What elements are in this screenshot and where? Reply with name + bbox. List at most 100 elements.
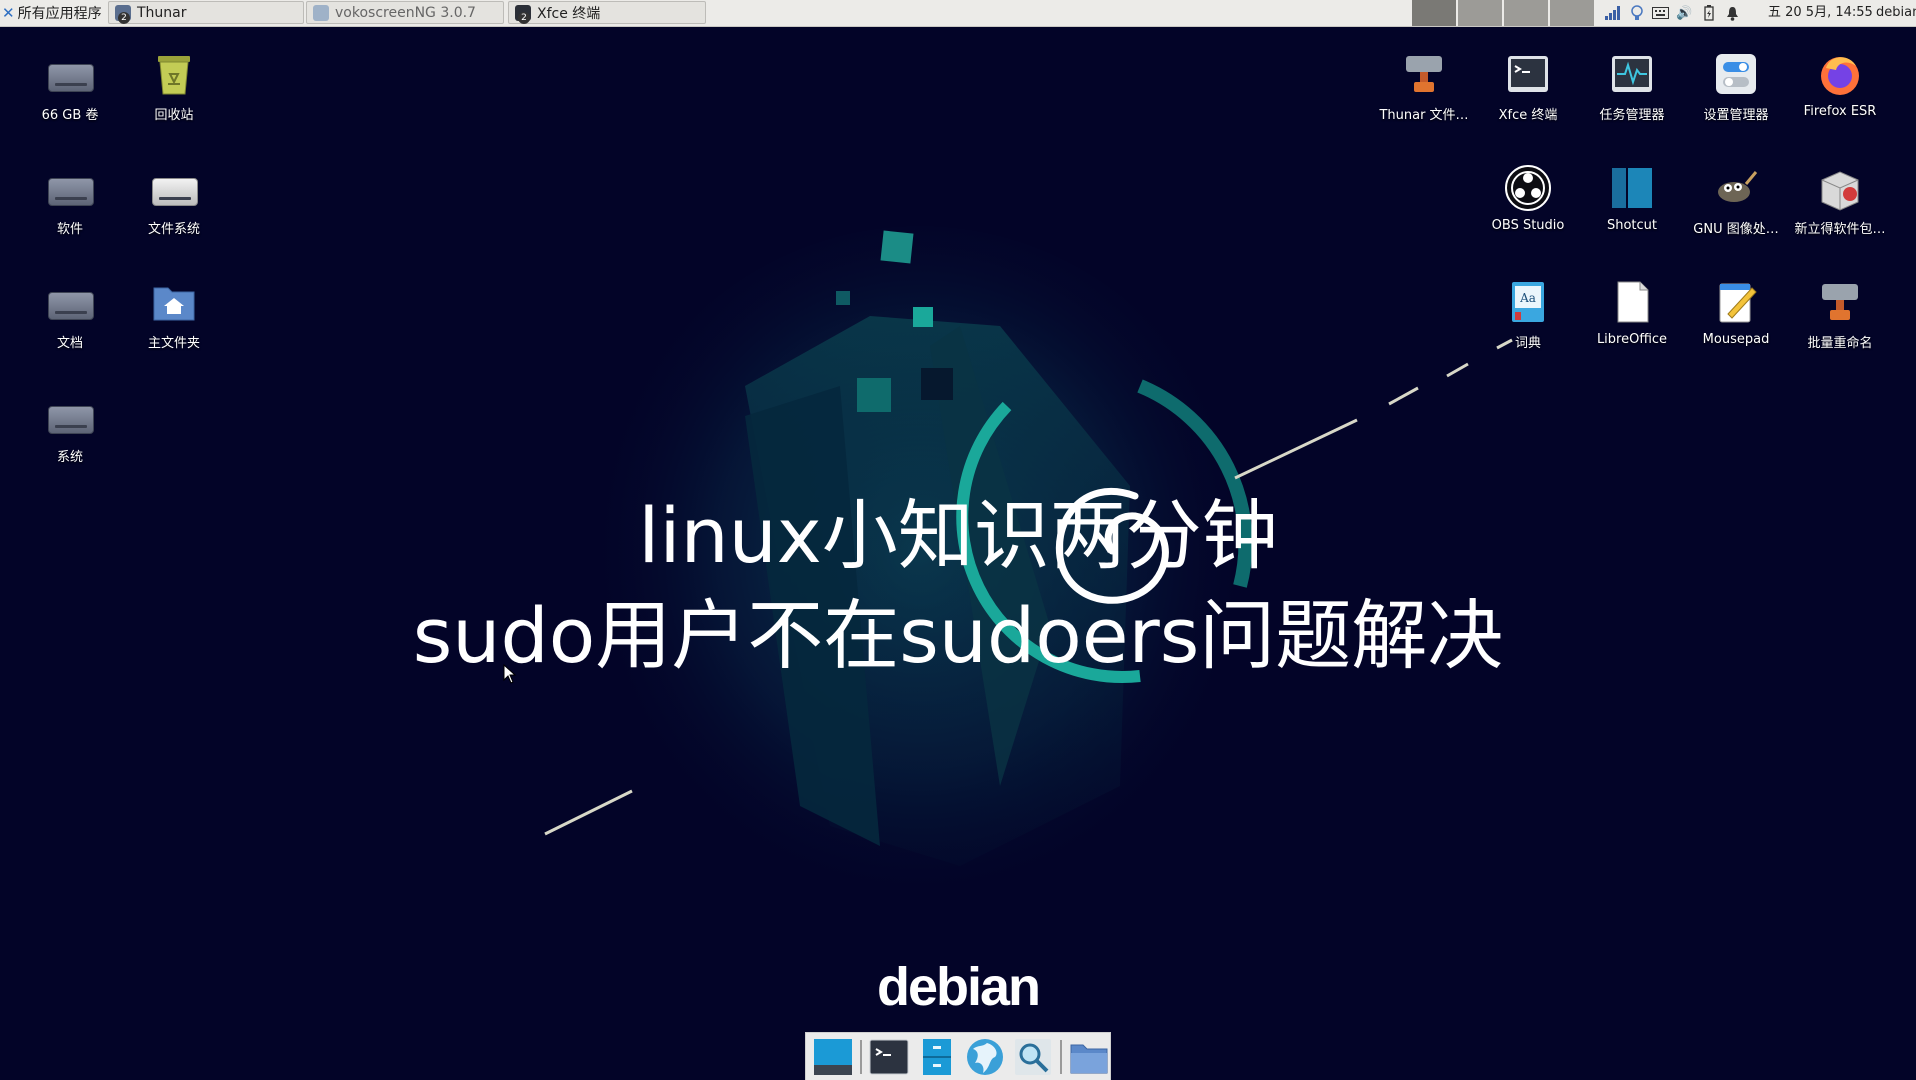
desktop-icon-label: 设置管理器 (1703, 108, 1769, 123)
dock-separator (860, 1039, 862, 1074)
home-folder-icon (150, 278, 198, 326)
workspace-4[interactable] (1550, 0, 1594, 26)
dictionary-icon: Aa (1504, 278, 1552, 326)
desktop-icon-dictionary[interactable]: Aa 词典 (1478, 278, 1578, 351)
bulk-rename-icon (1816, 278, 1864, 326)
desktop-icon-label: 66 GB 卷 (41, 108, 99, 123)
show-desktop-icon (814, 1038, 852, 1075)
drive-icon (46, 164, 94, 212)
window-count-badge: 2 (118, 11, 130, 24)
user-menu[interactable]: debian (1876, 0, 1916, 26)
desktop-icon-firefox-esr[interactable]: Firefox ESR (1790, 50, 1890, 119)
applications-menu-button[interactable]: ✕ 所有应用程序 ⋮ (0, 0, 119, 26)
desktop-icon-label: Thunar 文件… (1379, 108, 1469, 123)
workspace-1[interactable] (1412, 0, 1456, 26)
desktop-icon-label: 系统 (56, 450, 83, 465)
mousepad-notepad-icon (1712, 278, 1760, 326)
desktop-icon-xfce-terminal[interactable]: Xfce 终端 (1478, 50, 1578, 123)
desktop-icon-gimp[interactable]: GNU 图像处… (1686, 164, 1786, 237)
desktop-icon-label: GNU 图像处… (1693, 222, 1779, 237)
desktop-icon-label: Mousepad (1702, 332, 1770, 347)
dock-terminal[interactable] (868, 1036, 910, 1078)
desktop-icon-shotcut[interactable]: Shotcut (1582, 164, 1682, 233)
settings-toggle-icon (1712, 50, 1760, 98)
gimp-icon (1712, 164, 1760, 212)
svg-text:Aa: Aa (1519, 291, 1536, 305)
desktop-icon-filesystem[interactable]: 文件系统 (124, 164, 224, 237)
drive-icon (46, 50, 94, 98)
terminal-icon (1504, 50, 1552, 98)
firefox-icon (1816, 50, 1864, 98)
vokoscreen-window-icon (313, 4, 329, 21)
xfce-logo-icon: ✕ (2, 4, 15, 22)
desktop-icon-obs-studio[interactable]: OBS Studio (1478, 164, 1578, 233)
overlay-title-line-2: sudo用户不在sudoers问题解决 (412, 591, 1504, 680)
notification-bell-icon[interactable] (1724, 5, 1741, 22)
desktop-icon-label: 新立得软件包… (1794, 222, 1886, 237)
terminal-icon (869, 1039, 909, 1074)
dock-folder[interactable] (1068, 1036, 1110, 1078)
dock-app-finder[interactable] (1012, 1036, 1054, 1078)
desktop-icon-mousepad[interactable]: Mousepad (1686, 278, 1786, 347)
terminal-window-icon: 2 (515, 4, 531, 24)
window-count-badge: 2 (518, 11, 530, 24)
trash-icon (150, 50, 198, 98)
taskbar-item-thunar[interactable]: 2 Thunar (108, 1, 304, 24)
thunar-window-icon: 2 (115, 4, 131, 24)
clock[interactable]: 五 20 5月, 14:55 (1768, 0, 1873, 26)
desktop-icon-documents[interactable]: 文档 (20, 278, 120, 351)
desktop-icon-label: OBS Studio (1491, 218, 1565, 233)
volume-icon[interactable]: 🔊 (1676, 5, 1693, 22)
desktop-icon-synaptic[interactable]: 新立得软件包… (1790, 164, 1890, 237)
applications-menu-label: 所有应用程序 (17, 6, 102, 22)
taskbar-item-xfce-terminal[interactable]: 2 Xfce 终端 (508, 1, 706, 24)
desktop-icon-label: 回收站 (154, 108, 194, 123)
desktop-icon-label: 文件系统 (147, 222, 200, 237)
workspace-3[interactable] (1504, 0, 1548, 26)
desktop-icon-settings-manager[interactable]: 设置管理器 (1686, 50, 1786, 123)
desktop-icon-software[interactable]: 软件 (20, 164, 120, 237)
workspace-2[interactable] (1458, 0, 1502, 26)
system-tray: 🔊 (1604, 0, 1741, 26)
dock-file-manager[interactable] (916, 1036, 958, 1078)
bottom-dock (805, 1032, 1111, 1080)
debian-wordmark: debian (876, 957, 1041, 1017)
dock-show-desktop[interactable] (812, 1036, 854, 1078)
desktop-icon-task-manager[interactable]: 任务管理器 (1582, 50, 1682, 123)
task-manager-icon (1608, 50, 1656, 98)
filesystem-drive-icon (150, 164, 198, 212)
lightbulb-icon[interactable] (1628, 5, 1645, 22)
battery-icon[interactable] (1700, 5, 1717, 22)
desktop-icon-thunar-file-manager[interactable]: Thunar 文件… (1374, 50, 1474, 123)
overlay-title-line-1: linux小知识两分钟 (638, 491, 1278, 580)
taskbar-item-label: Xfce 终端 (537, 5, 601, 22)
desktop-icon-bulk-rename[interactable]: 批量重命名 (1790, 278, 1890, 351)
desktop-icon-trash[interactable]: 回收站 (124, 50, 224, 123)
dock-web-browser[interactable] (964, 1036, 1006, 1078)
synaptic-package-icon (1816, 164, 1864, 212)
desktop-icon-label: 批量重命名 (1807, 336, 1873, 351)
desktop-icon-label: 任务管理器 (1599, 108, 1665, 123)
obs-icon (1504, 164, 1552, 212)
drive-icon (46, 392, 94, 440)
folder-icon (1070, 1044, 1108, 1073)
desktop-icon-label: LibreOffice (1596, 332, 1668, 347)
network-signal-icon[interactable] (1604, 5, 1621, 22)
taskbar-item-vokoscreen[interactable]: vokoscreenNG 3.0.7 (306, 1, 504, 24)
globe-icon (967, 1038, 1003, 1075)
desktop-icon-system[interactable]: 系统 (20, 392, 120, 465)
desktop-icon-label: 词典 (1514, 336, 1541, 351)
top-panel: ✕ 所有应用程序 ⋮ 2 Thunar vokoscreenNG 3.0.7 2… (0, 0, 1916, 27)
desktop-icon-home-folder[interactable]: 主文件夹 (124, 278, 224, 351)
shotcut-icon (1608, 164, 1656, 212)
thunar-icon (1400, 50, 1448, 98)
desktop-icon-libreoffice[interactable]: LibreOffice (1582, 278, 1682, 347)
desktop-icon-label: 软件 (56, 222, 83, 237)
keyboard-icon[interactable] (1652, 5, 1669, 22)
drive-icon (46, 278, 94, 326)
workspace-switcher (1412, 0, 1594, 26)
desktop-icon-66gb-volume[interactable]: 66 GB 卷 (20, 50, 120, 123)
desktop-icon-label: Firefox ESR (1803, 104, 1877, 119)
dock-separator (1060, 1039, 1062, 1074)
mouse-cursor-icon (503, 664, 517, 684)
